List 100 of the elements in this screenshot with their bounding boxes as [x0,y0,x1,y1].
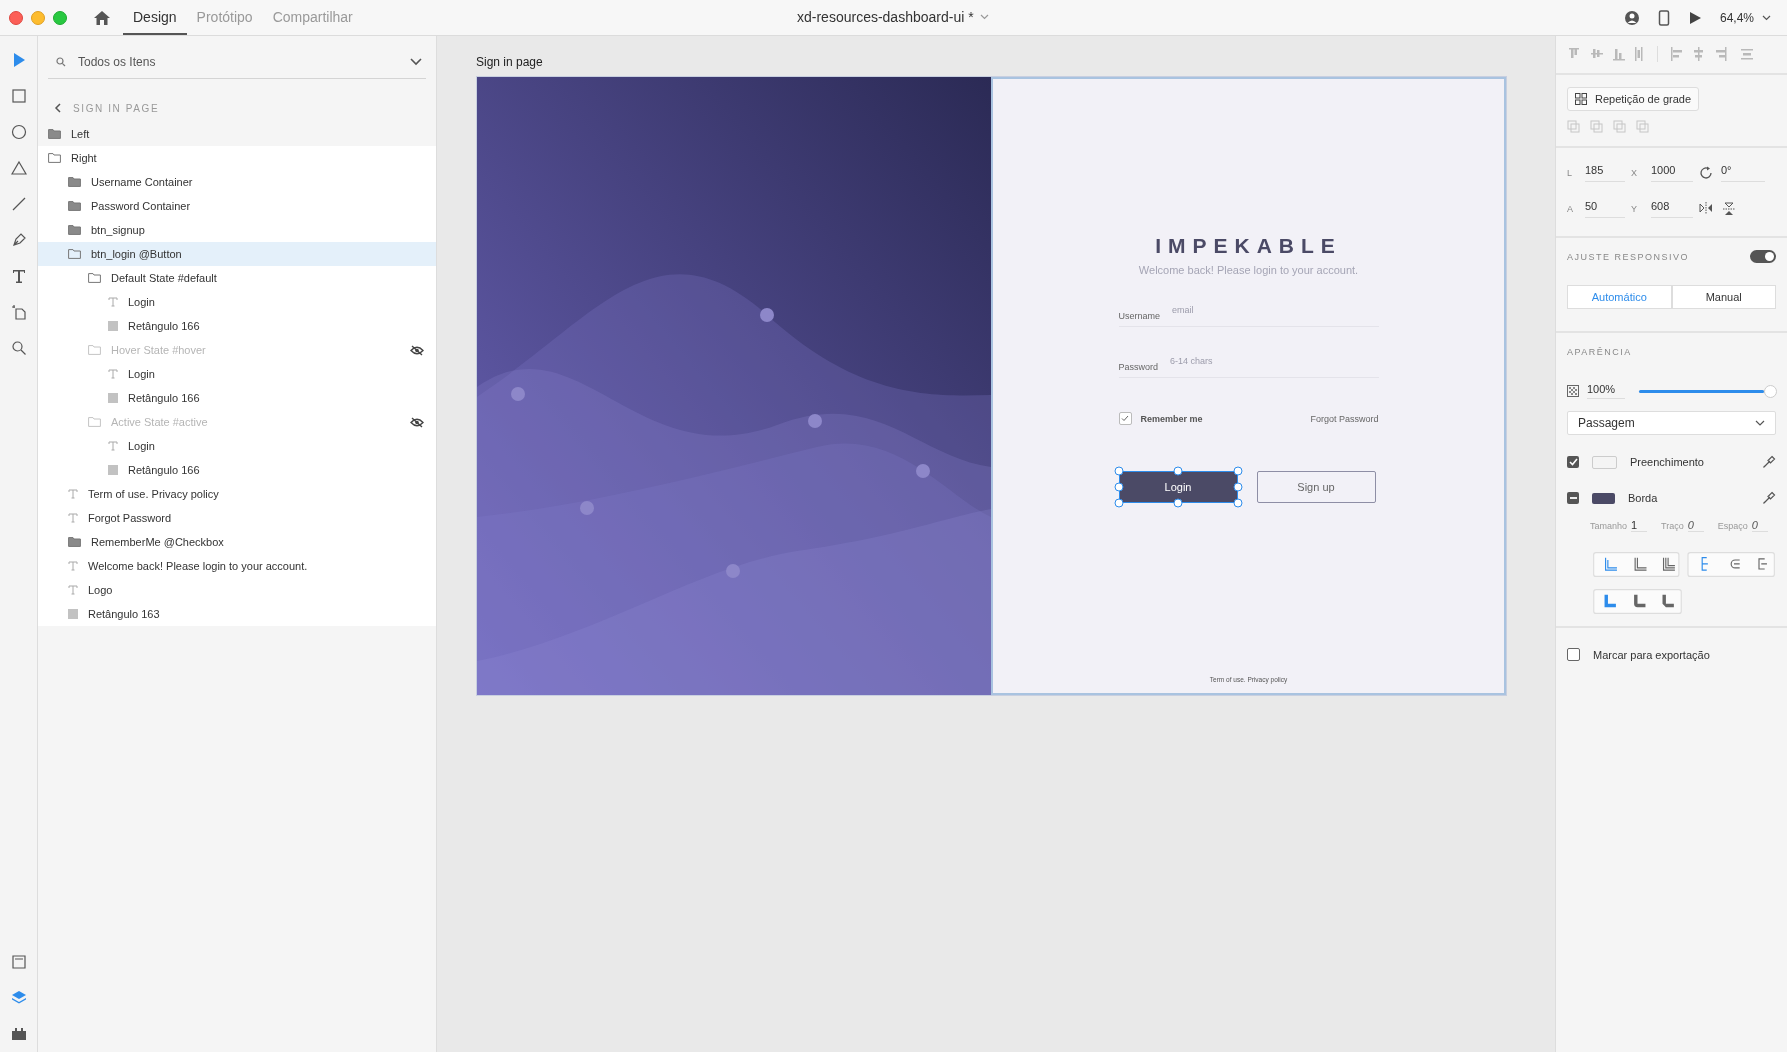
layer-name: Login [128,440,155,452]
layer-name: Login [128,296,155,308]
layer-search-field[interactable]: Todos os Itens [76,54,400,70]
layer-row[interactable]: Term of use. Privacy policy [38,482,436,506]
resize-handle[interactable] [1173,466,1183,476]
folder-icon [88,345,101,355]
zoom-level[interactable]: 64,4% [1719,10,1754,25]
field-label: X [1631,168,1638,178]
signup-button[interactable]: Sign up [1256,471,1376,503]
join-style-icons-drawing[interactable] [1593,589,1682,614]
rectangle-tool-icon[interactable] [10,88,27,104]
rotation-field[interactable]: 0° [1721,164,1765,182]
artboard-tool-icon[interactable] [10,304,27,320]
opacity-field[interactable]: 100% [1587,383,1625,399]
layer-name: Left [71,128,90,140]
folder-icon [68,201,81,211]
layer-row[interactable]: Retângulo 166 [38,314,436,338]
layer-row[interactable]: Password Container [38,194,436,218]
polygon-tool-icon[interactable] [10,160,27,176]
assets-panel-icon[interactable] [10,954,27,970]
layer-row[interactable]: Default State #default [38,266,436,290]
layer-row[interactable]: RememberMe @Checkbox [38,530,436,554]
resize-handle[interactable] [1173,498,1183,508]
layer-row[interactable]: Left [38,122,436,146]
border-swatch[interactable] [1592,492,1615,504]
layer-row[interactable]: Forgot Password [38,506,436,530]
home-icon[interactable] [93,9,111,26]
field-label: Tamanho [1590,521,1628,531]
export-checkbox[interactable] [1567,648,1580,661]
blend-mode-dropdown[interactable]: Passagem [1567,411,1776,435]
mobile-preview-icon[interactable] [1657,9,1670,26]
hidden-eye-icon[interactable] [410,416,424,428]
layer-row[interactable]: Login [38,290,436,314]
input-field[interactable]: 6-14 chars [1168,355,1322,367]
welcome-text: Welcome back! Please login to your account. [1138,264,1359,276]
slider-thumb[interactable] [1764,384,1777,398]
section-title: APARÊNCIA [1567,347,1632,357]
layer-row[interactable]: Username Container [38,170,436,194]
layer-row[interactable]: Login [38,362,436,386]
input-field[interactable]: email [1170,304,1324,316]
field-label: Y [1631,204,1638,214]
play-icon[interactable] [1687,10,1702,25]
chevron-down-icon[interactable] [410,58,422,66]
folder-icon [88,417,101,427]
rectangle-layer-icon [108,393,118,403]
layer-row[interactable]: Retângulo 166 [38,458,436,482]
fill-swatch[interactable] [1592,455,1617,469]
text-tool-icon[interactable] [10,268,27,284]
flip-vertical-icon[interactable] [1723,202,1735,216]
layer-row[interactable]: btn_login @Button [38,242,436,266]
minus-icon [1568,494,1578,502]
fill-checkbox[interactable] [1567,456,1579,468]
layer-row[interactable]: Logo [38,578,436,602]
layer-name: Retângulo 166 [128,464,200,476]
field-label: Traço [1661,521,1684,531]
maximize-window-button[interactable] [53,10,67,25]
opacity-slider-fill[interactable] [1639,389,1764,393]
layer-row[interactable]: Welcome back! Please login to your account. [38,554,436,578]
artboard-label[interactable]: Sign in page [476,55,543,69]
back-icon[interactable] [54,103,61,113]
dimension-field[interactable]: 1000 [1651,164,1693,182]
eyedropper-icon[interactable] [1762,491,1776,505]
forgot-password-link[interactable]: Forgot Password [1310,413,1379,424]
close-window-button[interactable] [9,10,23,25]
mode-segment[interactable]: Automático [1567,285,1672,309]
stroke-field[interactable]: 0 [1751,519,1768,532]
layer-row[interactable]: Right [38,146,436,170]
layer-name: Retângulo 163 [88,608,160,620]
line-tool-icon[interactable] [10,196,27,212]
document-title[interactable]: xd-resources-dashboard-ui * [797,9,974,25]
flip-horizontal-icon[interactable] [1699,202,1713,214]
layers-panel-icon[interactable] [10,990,27,1006]
eyedropper-icon[interactable] [1762,455,1776,469]
pen-tool-icon[interactable] [10,232,27,248]
border-checkbox[interactable] [1567,492,1579,504]
chevron-down-icon[interactable] [1762,14,1771,21]
layer-row[interactable]: btn_signup [38,218,436,242]
plugins-panel-icon[interactable] [10,1026,27,1042]
text-layer-icon [68,489,78,499]
dimension-field[interactable]: 50 [1585,200,1625,218]
mode-segment[interactable]: Manual [1671,285,1776,309]
user-icon[interactable] [1623,9,1640,26]
repeat-grid-button[interactable]: Repetição de grade [1567,87,1699,111]
dimension-field[interactable]: 185 [1585,164,1625,182]
layer-row[interactable]: Retângulo 166 [38,386,436,410]
stroke-position-icons-drawing[interactable] [1593,552,1775,577]
layer-row[interactable]: Login [38,434,436,458]
stroke-field[interactable]: 0 [1687,519,1704,532]
zoom-tool-icon[interactable] [10,340,27,356]
rotate-icon[interactable] [1699,166,1713,180]
layer-row[interactable]: Retângulo 163 [38,602,436,626]
ellipse-tool-icon[interactable] [10,124,27,140]
remember-checkbox[interactable] [1118,412,1132,425]
layer-name: Right [71,152,97,164]
hidden-eye-icon[interactable] [410,344,424,356]
stroke-field[interactable]: 1 [1631,519,1648,532]
login-button[interactable]: Login [1118,471,1238,503]
responsive-toggle[interactable] [1750,250,1776,263]
dimension-field[interactable]: 608 [1651,200,1693,218]
folder-icon [48,129,61,139]
